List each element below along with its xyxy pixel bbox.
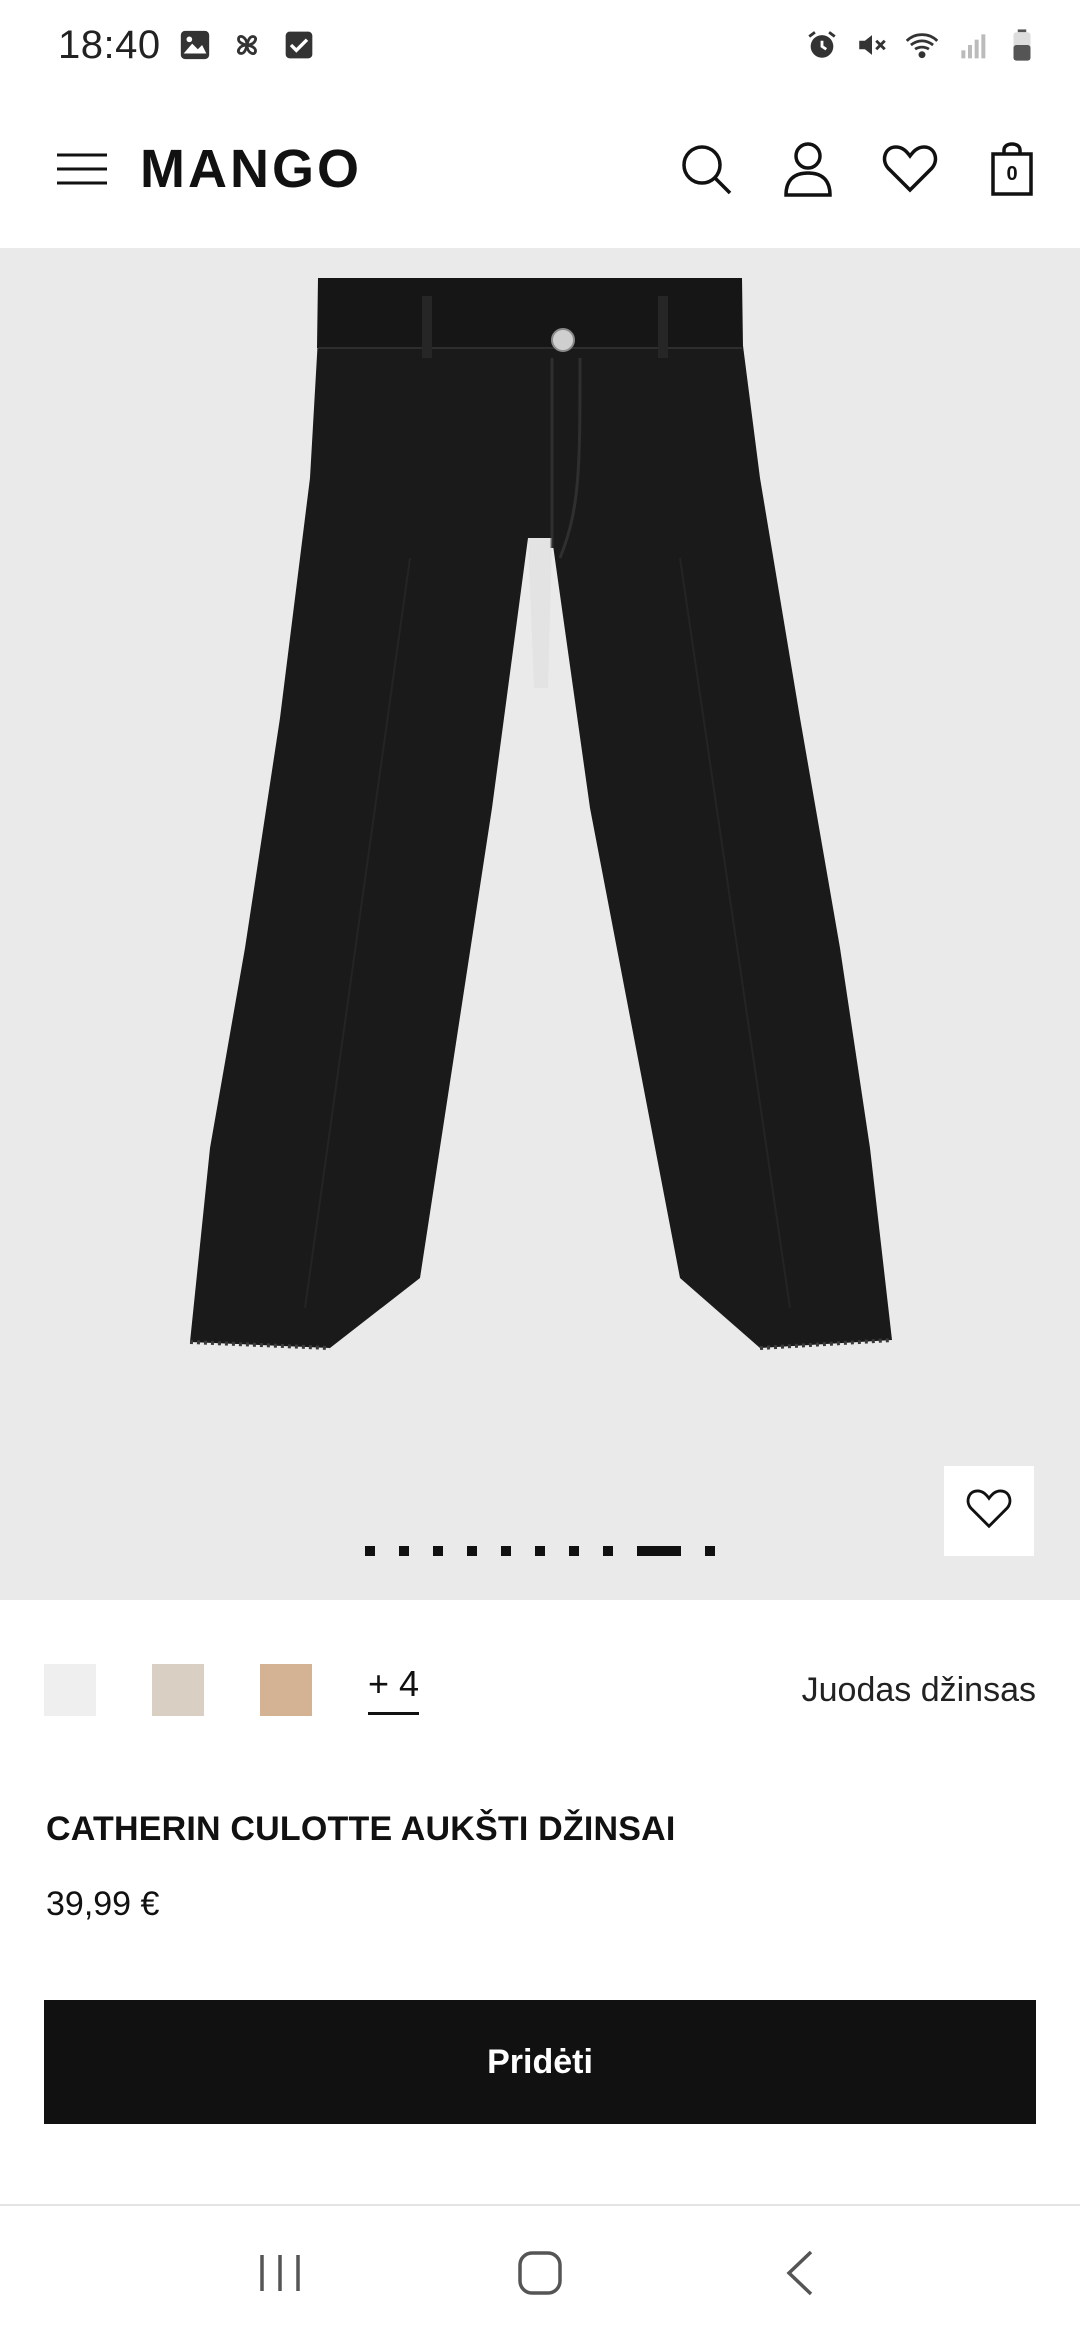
carousel-indicator [0, 1546, 1080, 1556]
selected-color-name: Juodas džinsas [801, 1670, 1036, 1709]
product-page: 18:40 MANGO 0 + 4 Juodas džinsas CATHERI… [0, 0, 1080, 2340]
brand-logo[interactable]: MANGO [140, 138, 362, 200]
product-title: CATHERIN CULOTTE AUKŠTI DŽINSAI [46, 1810, 676, 1848]
heart-icon[interactable] [882, 141, 938, 197]
bag-icon[interactable]: 0 [984, 141, 1040, 197]
battery-icon [1004, 27, 1040, 63]
back-icon[interactable] [760, 2233, 840, 2313]
wifi-icon [904, 27, 940, 63]
carousel-dot[interactable] [569, 1546, 579, 1556]
search-icon[interactable] [678, 141, 734, 197]
recent-apps-icon[interactable] [240, 2233, 320, 2313]
product-image[interactable] [0, 248, 1080, 1600]
add-to-bag-button[interactable]: Pridėti [44, 2000, 1036, 2124]
product-price: 39,99 € [46, 1885, 160, 1923]
mute-icon [854, 27, 890, 63]
carousel-dot[interactable] [433, 1546, 443, 1556]
swatch-list: + 4 [44, 1664, 420, 1716]
home-icon[interactable] [500, 2233, 580, 2313]
status-right [804, 27, 1040, 63]
header-actions: 0 [678, 141, 1040, 197]
color-selector: + 4 Juodas džinsas [44, 1660, 1036, 1720]
gallery-icon [177, 27, 213, 63]
favorite-button[interactable] [944, 1466, 1034, 1556]
carousel-dot[interactable] [365, 1546, 375, 1556]
checkbox-icon [281, 27, 317, 63]
jeans-illustration [189, 278, 893, 1350]
color-swatch[interactable] [260, 1664, 312, 1716]
status-time: 18:40 [58, 22, 161, 67]
carousel-dot[interactable] [603, 1546, 613, 1556]
system-nav-bar [0, 2204, 1080, 2340]
hamburger-menu-icon[interactable] [54, 141, 110, 197]
color-swatch[interactable] [152, 1664, 204, 1716]
pinwheel-icon [229, 27, 265, 63]
alarm-icon [804, 27, 840, 63]
more-colors-link[interactable]: + 4 [368, 1665, 420, 1715]
carousel-dot[interactable] [399, 1546, 409, 1556]
heart-icon [966, 1488, 1012, 1535]
carousel-dot[interactable] [467, 1546, 477, 1556]
carousel-dot[interactable] [535, 1546, 545, 1556]
signal-icon [954, 27, 990, 63]
header-left: MANGO [54, 138, 362, 200]
carousel-dot-active[interactable] [637, 1546, 681, 1556]
bag-count: 0 [1006, 163, 1018, 185]
status-left: 18:40 [58, 23, 317, 68]
site-header: MANGO 0 [0, 90, 1080, 248]
status-bar: 18:40 [0, 0, 1080, 90]
color-swatch[interactable] [44, 1664, 96, 1716]
user-icon[interactable] [780, 141, 836, 197]
carousel-dot[interactable] [501, 1546, 511, 1556]
carousel-dot[interactable] [705, 1546, 715, 1556]
